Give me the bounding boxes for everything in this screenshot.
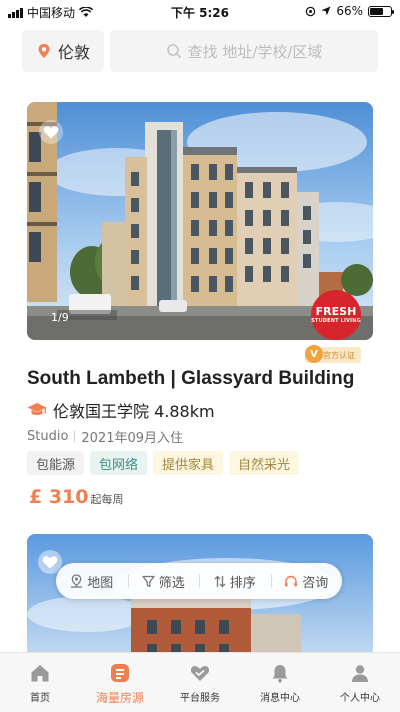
room-type: Studio	[27, 429, 69, 444]
tab-services-label: 平台服务	[180, 693, 220, 704]
search-placeholder: 查找 地址/学校/区域	[187, 42, 323, 61]
price-amount: £ 310	[29, 486, 89, 508]
graduation-cap-icon	[27, 403, 47, 415]
tag-energy: 包能源	[27, 451, 85, 475]
tab-home[interactable]: 首页	[0, 653, 80, 712]
tag-natural-light: 自然采光	[229, 451, 300, 475]
tab-home-label: 首页	[30, 693, 50, 704]
building-photo-image-2	[27, 534, 373, 664]
room-meta: Studio 2021年09月入住	[27, 427, 183, 446]
tab-profile[interactable]: 个人中心	[320, 653, 400, 712]
orientation-lock-icon	[306, 6, 316, 16]
home-icon	[31, 665, 49, 682]
verified-icon: V	[305, 345, 323, 363]
tab-services[interactable]: 平台服务	[160, 653, 240, 712]
tag-internet: 包网络	[90, 451, 148, 475]
battery-icon	[368, 5, 394, 17]
battery-percent: 66%	[336, 4, 363, 18]
brand-name: FRESH	[315, 305, 357, 318]
price-unit: 起每周	[90, 493, 124, 506]
headset-icon	[285, 575, 298, 586]
listing-card[interactable]: 1/9 FRESH STUDENT LIVING V 官方认证 South La…	[27, 102, 373, 522]
user-icon	[352, 665, 368, 682]
search-icon	[166, 44, 181, 59]
city-label: 伦敦	[57, 43, 90, 62]
search-input[interactable]: 查找 地址/学校/区域	[110, 30, 378, 72]
bell-icon	[272, 665, 288, 683]
school-distance: 伦敦国王学院 4.88km	[27, 398, 215, 422]
location-arrow-icon	[321, 6, 331, 16]
filter-label: 筛选	[158, 575, 185, 591]
listing-card-2[interactable]	[27, 534, 373, 664]
tag-furnished: 提供家具	[153, 451, 224, 475]
official-label: 官方认证	[323, 350, 355, 360]
map-label: 地图	[87, 575, 114, 591]
listing-photo[interactable]: 1/9 FRESH STUDENT LIVING	[27, 102, 373, 340]
listing-title[interactable]: South Lambeth | Glassyard Building	[27, 368, 354, 390]
floating-filter-bar: 地图 筛选 排序 咨询	[56, 563, 342, 599]
heart-icon	[42, 556, 58, 569]
move-in-date: 2021年09月入住	[81, 431, 184, 446]
tab-profile-label: 个人中心	[340, 693, 380, 704]
filter-icon	[142, 575, 155, 587]
sort-label: 排序	[229, 575, 256, 591]
bottom-tab-bar: 首页 海量房源 平台服务 消息中心 个人中心	[0, 652, 400, 712]
filter-button[interactable]: 筛选	[127, 572, 200, 591]
meta-divider	[74, 431, 76, 442]
sort-icon	[214, 575, 226, 587]
map-icon	[71, 574, 83, 588]
listings-icon	[111, 664, 129, 682]
location-pin-icon	[38, 44, 50, 58]
price: £ 310 起每周	[29, 486, 124, 508]
fresh-brand-logo: FRESH STUDENT LIVING	[311, 290, 361, 340]
service-icon	[190, 666, 210, 681]
map-button[interactable]: 地图	[56, 572, 128, 591]
school-label: 伦敦国王学院 4.88km	[53, 402, 215, 421]
feature-tags: 包能源 包网络 提供家具 自然采光	[27, 451, 300, 475]
city-selector[interactable]: 伦敦	[22, 30, 104, 72]
tab-listings[interactable]: 海量房源	[80, 653, 160, 712]
consult-button[interactable]: 咨询	[270, 572, 343, 591]
brand-subtitle: STUDENT LIVING	[311, 318, 361, 324]
tab-listings-label: 海量房源	[95, 691, 144, 705]
favorite-button[interactable]	[39, 120, 63, 144]
official-verified-badge: V 官方认证	[305, 345, 361, 363]
tab-messages-label: 消息中心	[260, 693, 300, 704]
sort-button[interactable]: 排序	[199, 572, 271, 591]
heart-icon	[43, 126, 59, 139]
tab-messages[interactable]: 消息中心	[240, 653, 320, 712]
consult-label: 咨询	[302, 575, 329, 591]
search-header: 伦敦 查找 地址/学校/区域	[22, 30, 378, 72]
status-right: 66%	[305, 4, 394, 18]
status-bar: 中国移动 下午 5:26 66%	[0, 0, 400, 22]
image-counter: 1/9	[51, 311, 69, 324]
